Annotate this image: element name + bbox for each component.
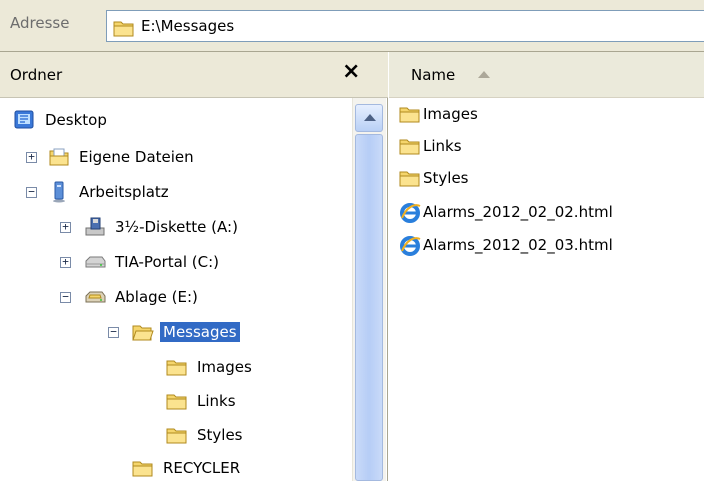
scroll-thumb[interactable] (355, 134, 383, 481)
tree-item-desktop[interactable]: Desktop (14, 105, 110, 135)
expand-toggle[interactable]: + (26, 151, 37, 163)
folder-icon (166, 390, 188, 412)
file-name: Styles (423, 169, 469, 187)
tree-item-arbeitsplatz[interactable]: Arbeitsplatz (48, 177, 172, 207)
tree-item-links[interactable]: Links (166, 386, 239, 416)
collapse-toggle[interactable]: − (60, 291, 71, 303)
tree-item-label: Arbeitsplatz (79, 183, 169, 201)
folder-tree-scrollbar[interactable] (352, 98, 386, 481)
tree-item-label: Images (197, 358, 252, 376)
close-pane-button[interactable]: × (342, 60, 360, 84)
address-label: Adresse (10, 14, 70, 32)
tree-item-label: TIA-Portal (C:) (115, 253, 220, 271)
tree-item-tia-portal[interactable]: TIA-Portal (C:) (84, 247, 222, 277)
expand-toggle[interactable]: + (60, 221, 71, 233)
tree-item-label: Eigene Dateien (79, 148, 194, 166)
tree-item-label: Styles (197, 426, 243, 444)
desktop-icon (14, 109, 36, 131)
scroll-up-button[interactable] (355, 104, 383, 132)
tree-item-label: Links (197, 392, 236, 410)
floppy-drive-icon (84, 216, 106, 238)
file-name: Alarms_2012_02_02.html (423, 203, 613, 221)
column-header-name[interactable]: Name (389, 52, 704, 98)
open-folder-icon (132, 321, 154, 343)
ie-html-icon (399, 201, 421, 223)
tree-item-label: 3½-Diskette (A:) (115, 218, 238, 236)
documents-folder-icon (48, 146, 70, 168)
file-item-alarms-2012-02-03[interactable]: Alarms_2012_02_03.html (399, 230, 613, 260)
file-name: Alarms_2012_02_03.html (423, 236, 613, 254)
folders-pane-header: Ordner × (0, 52, 388, 98)
file-list-pane: Name Images Links Styles Alarms_2012_02_… (389, 52, 704, 481)
address-path[interactable]: E:\Messages (141, 17, 234, 35)
file-item-styles[interactable]: Styles (399, 163, 469, 193)
hard-drive-icon (84, 251, 106, 273)
folder-icon (166, 424, 188, 446)
tree-item-diskette[interactable]: 3½-Diskette (A:) (84, 212, 241, 242)
folder-tree: Desktop + Eigene Dateien − Arbeitsplatz … (0, 98, 352, 481)
sort-ascending-icon (478, 71, 490, 78)
file-item-links[interactable]: Links (399, 131, 462, 161)
ie-html-icon (399, 234, 421, 256)
folder-icon (399, 135, 421, 157)
removable-drive-icon (84, 286, 106, 308)
file-name: Images (423, 105, 478, 123)
file-name: Links (423, 137, 462, 155)
folders-pane-title: Ordner (10, 66, 63, 84)
tree-item-messages[interactable]: Messages (132, 317, 240, 347)
tree-item-styles[interactable]: Styles (166, 420, 246, 450)
tree-item-label: Ablage (E:) (115, 288, 198, 306)
folder-icon (399, 103, 421, 125)
column-name-label: Name (411, 66, 456, 84)
file-item-alarms-2012-02-02[interactable]: Alarms_2012_02_02.html (399, 197, 613, 227)
tree-item-label: Desktop (45, 111, 107, 129)
address-bar: Adresse E:\Messages (0, 0, 704, 52)
tree-item-recycler[interactable]: RECYCLER (132, 453, 243, 481)
tree-item-images[interactable]: Images (166, 352, 255, 382)
folders-pane: Ordner × Desktop + Eigene Dateien − Arbe… (0, 52, 388, 481)
collapse-toggle[interactable]: − (108, 326, 119, 338)
tree-item-label: Messages (160, 322, 240, 342)
folder-icon (113, 17, 135, 39)
folder-icon (399, 167, 421, 189)
folder-icon (132, 457, 154, 479)
collapse-toggle[interactable]: − (26, 186, 37, 198)
expand-toggle[interactable]: + (60, 256, 71, 268)
tree-item-ablage[interactable]: Ablage (E:) (84, 282, 201, 312)
tree-item-label: RECYCLER (163, 459, 241, 477)
file-item-images[interactable]: Images (399, 99, 478, 129)
folder-icon (166, 356, 188, 378)
address-field[interactable]: E:\Messages (106, 10, 704, 42)
tree-item-eigene-dateien[interactable]: Eigene Dateien (48, 142, 197, 172)
computer-icon (48, 181, 70, 203)
